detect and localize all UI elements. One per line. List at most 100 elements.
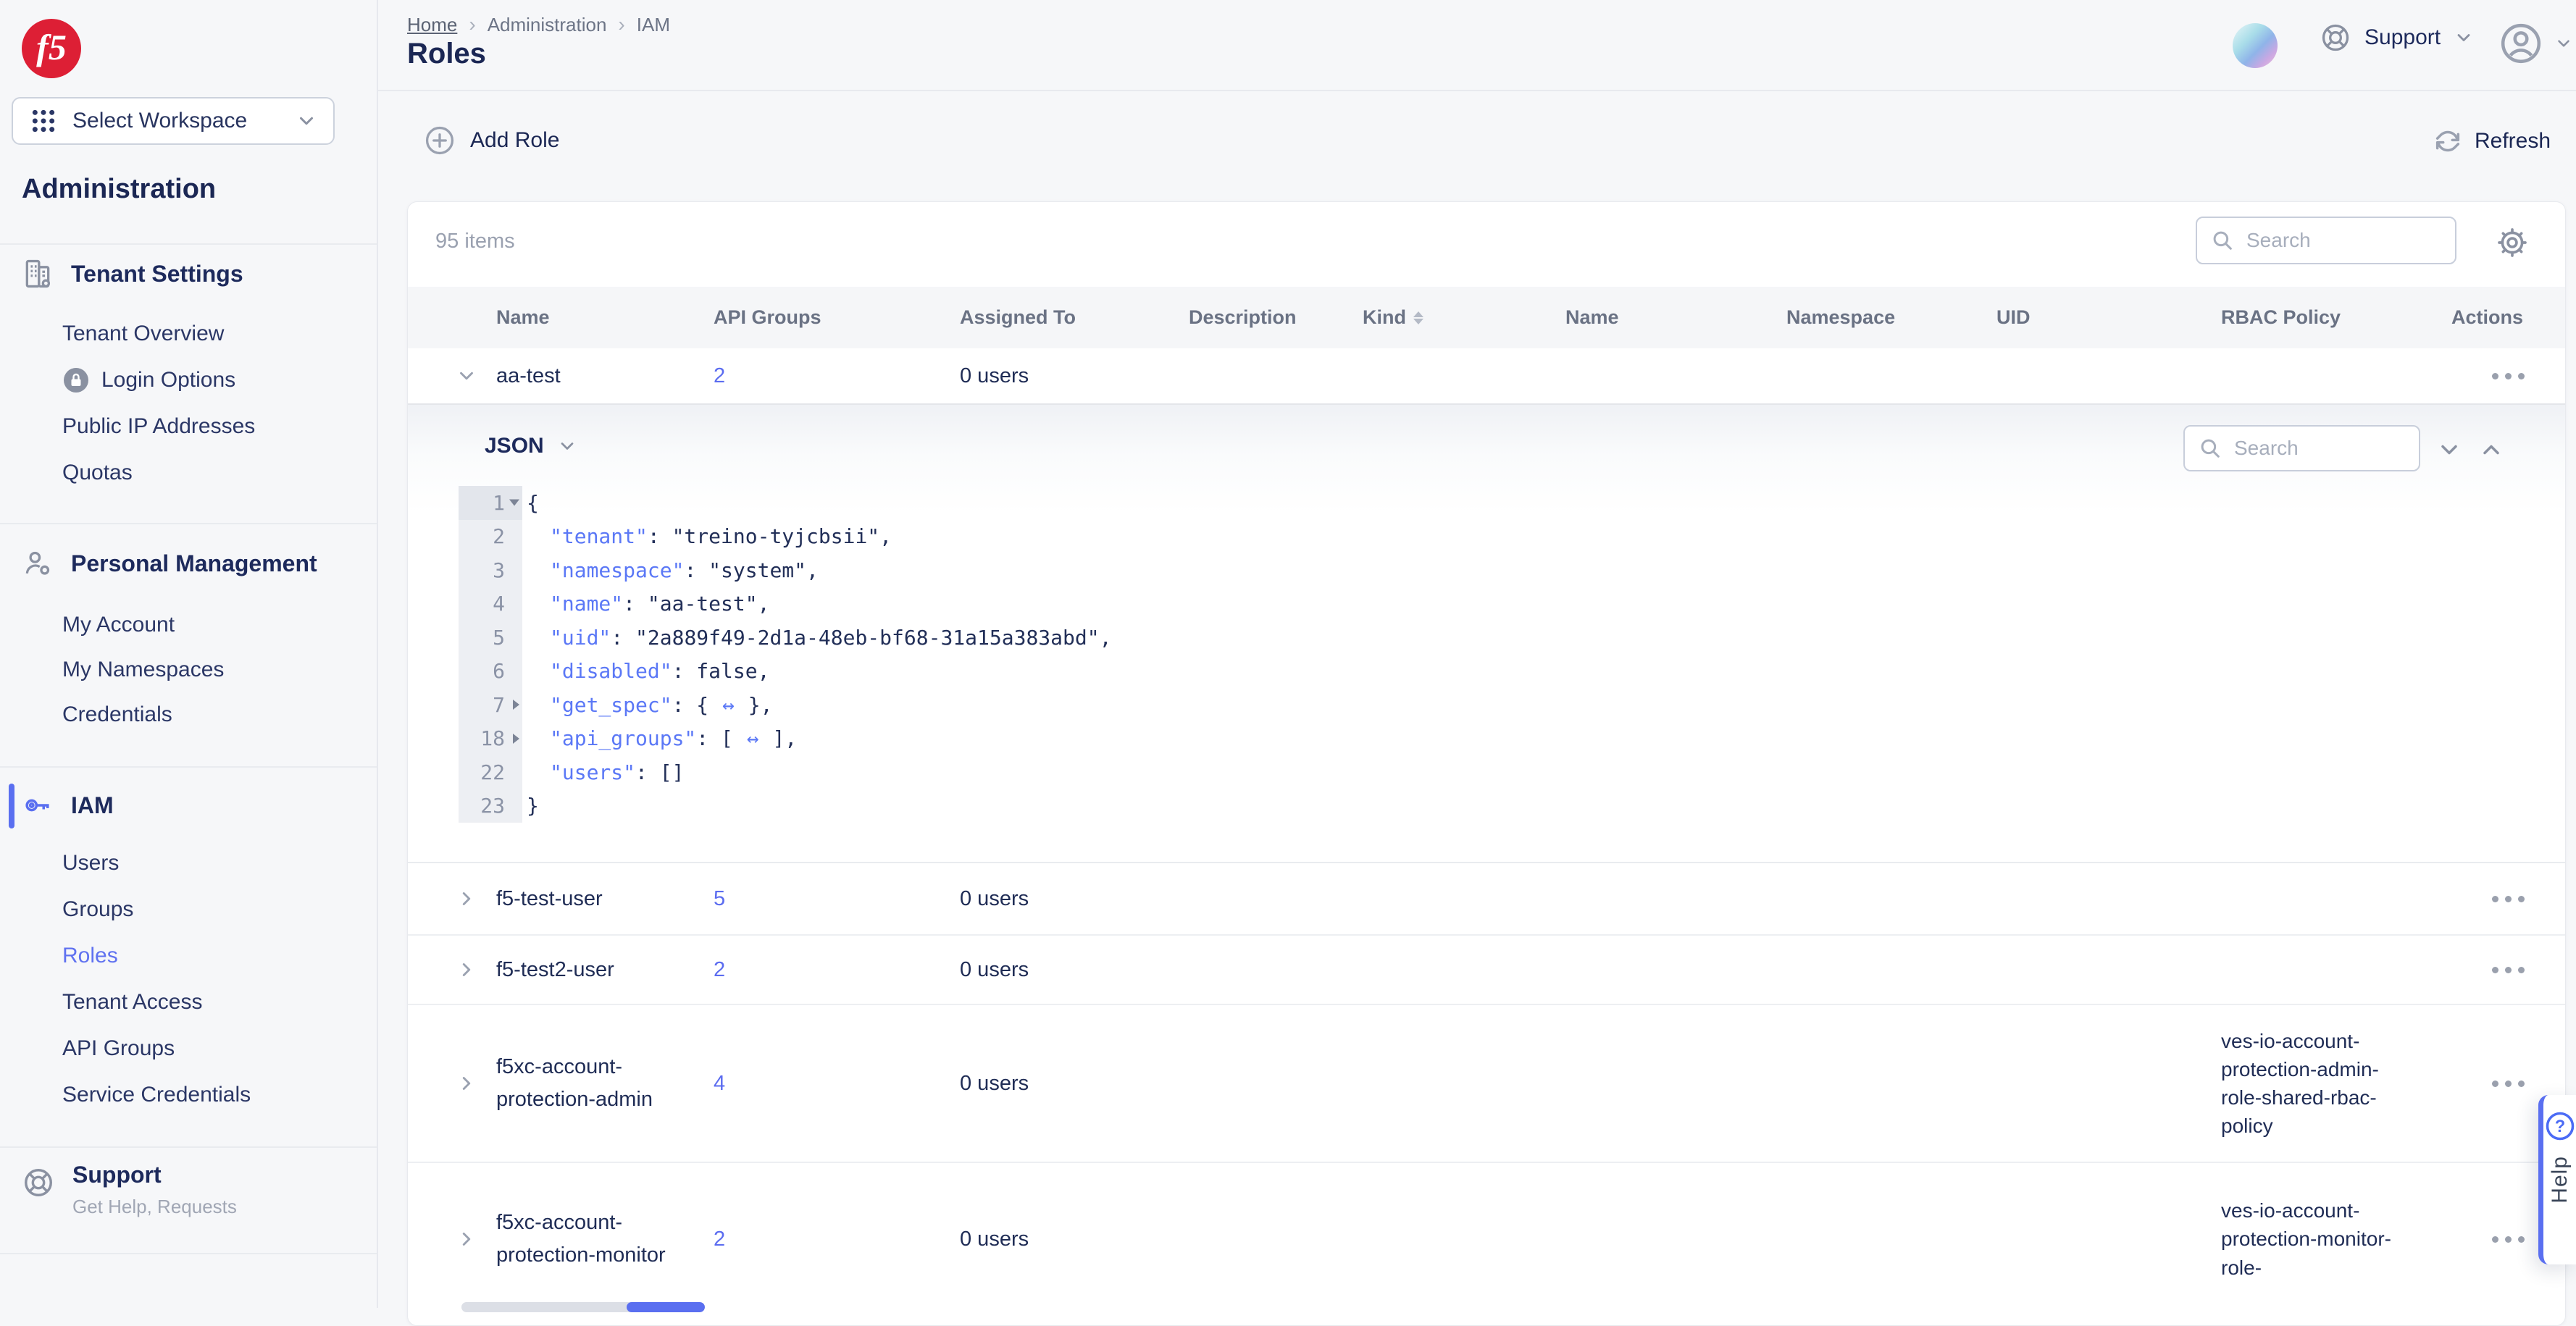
api-groups-count-link[interactable]: 4 (714, 1072, 960, 1096)
table-row-f5-test-user[interactable]: f5-test-user 5 0 users (408, 863, 2565, 936)
horizontal-scrollbar[interactable] (461, 1302, 705, 1312)
column-header-name[interactable]: Name (496, 306, 714, 329)
api-groups-count-link[interactable]: 2 (714, 1228, 960, 1251)
breadcrumb-administration[interactable]: Administration (488, 14, 607, 36)
table-row-f5xc-account-protection-admin[interactable]: f5xc-account-protection-admin 4 0 users … (408, 1005, 2565, 1163)
api-groups-count-link[interactable]: 2 (714, 958, 960, 982)
assistant-orb-icon[interactable] (2233, 23, 2278, 68)
row-actions-button[interactable] (2485, 889, 2532, 910)
json-search[interactable] (2183, 425, 2420, 471)
column-header-name-2[interactable]: Name (1565, 306, 1786, 329)
sidebar-item-public-ip-addresses[interactable]: Public IP Addresses (62, 413, 255, 440)
sidebar-item-my-namespaces[interactable]: My Namespaces (62, 656, 224, 684)
sidebar-item-groups[interactable]: Groups (62, 896, 133, 923)
workspace-selector[interactable]: Select Workspace (12, 97, 335, 145)
expand-caret-icon[interactable] (513, 700, 519, 710)
expand-caret-icon[interactable] (513, 734, 519, 744)
column-header-kind-label: Kind (1363, 306, 1406, 329)
workspace-selector-label: Select Workspace (72, 109, 281, 133)
table-search-input[interactable] (2245, 228, 2442, 253)
json-code-viewer[interactable]: 1 { 2 "tenant": "treino-tyjcbsii", 3 "na… (459, 486, 1111, 823)
sidebar-item-roles[interactable]: Roles (62, 942, 118, 970)
add-role-button[interactable]: Add Role (424, 125, 559, 156)
table-search[interactable] (2196, 217, 2456, 264)
sort-icon[interactable] (1413, 311, 1423, 324)
sidebar-item-tenant-overview[interactable]: Tenant Overview (62, 320, 224, 348)
code-token: }, (736, 693, 773, 717)
support-menu[interactable]: Support (2320, 22, 2474, 54)
account-menu[interactable] (2498, 20, 2573, 67)
sidebar-item-api-groups[interactable]: API Groups (62, 1035, 175, 1062)
code-token: [] (660, 760, 685, 784)
column-header-uid[interactable]: UID (1996, 306, 2221, 329)
code-token: { (696, 693, 721, 717)
column-header-kind[interactable]: Kind (1363, 306, 1565, 329)
sidebar-section-iam[interactable]: IAM (22, 789, 114, 821)
roles-table-card: 95 items Name API Groups Assigned To Des… (407, 201, 2566, 1326)
assigned-to-value: 0 users (960, 958, 1189, 982)
json-search-input[interactable] (2233, 436, 2406, 461)
table-row-f5xc-account-protection-monitor[interactable]: f5xc-account-protection-monitor 2 0 user… (408, 1163, 2565, 1315)
table-row-aa-test[interactable]: aa-test 2 0 users (408, 348, 2565, 405)
code-token: : (672, 693, 697, 717)
breadcrumb-iam[interactable]: IAM (637, 14, 670, 36)
row-actions-button[interactable] (2485, 1229, 2532, 1250)
chevron-down-icon[interactable] (456, 365, 477, 387)
row-actions-button[interactable] (2485, 960, 2532, 981)
code-text: "name": "aa-test", (522, 592, 769, 616)
folded-content-icon[interactable]: ↔ (721, 693, 736, 717)
breadcrumb-home-link[interactable]: Home (407, 14, 457, 36)
column-header-actions[interactable]: Actions (2451, 306, 2565, 329)
refresh-button[interactable]: Refresh (2433, 126, 2551, 156)
table-row-f5-test2-user[interactable]: f5-test2-user 2 0 users (408, 936, 2565, 1005)
column-header-assigned-to[interactable]: Assigned To (960, 306, 1189, 329)
sidebar-section-tenant-settings[interactable]: Tenant Settings (22, 258, 243, 290)
row-actions-button[interactable] (2485, 1073, 2532, 1094)
next-match-chevron-down-icon[interactable] (2436, 437, 2462, 463)
sidebar-item-my-account[interactable]: My Account (62, 611, 175, 639)
chevron-right-icon[interactable] (456, 959, 477, 981)
line-number: 23 (480, 794, 505, 818)
sidebar-section-support[interactable]: Support Get Help, Requests (22, 1162, 237, 1218)
column-header-namespace[interactable]: Namespace (1786, 306, 1996, 329)
code-line: 18 "api_groups": [ ↔ ], (459, 722, 1111, 756)
prev-match-chevron-up-icon[interactable] (2478, 437, 2504, 463)
chevron-right-icon[interactable] (456, 1228, 477, 1250)
code-text: "api_groups": [ ↔ ], (522, 726, 797, 750)
column-header-api-groups[interactable]: API Groups (714, 306, 960, 329)
sidebar-item-label: Quotas (62, 461, 133, 485)
column-header-description[interactable]: Description (1189, 306, 1363, 329)
sidebar-section-personal-management[interactable]: Personal Management (22, 547, 317, 579)
chevron-right-icon[interactable] (456, 888, 477, 910)
column-header-rbac-policy[interactable]: RBAC Policy (2221, 306, 2451, 329)
sidebar-item-tenant-access[interactable]: Tenant Access (62, 989, 202, 1016)
role-name: aa-test (496, 360, 692, 393)
code-line: 6 "disabled": false, (459, 655, 1111, 689)
line-gutter: 3 (459, 553, 522, 587)
line-gutter: 6 (459, 655, 522, 689)
sidebar-section-label: Tenant Settings (71, 261, 243, 288)
sidebar-item-quotas[interactable]: Quotas (62, 459, 133, 487)
row-actions-button[interactable] (2485, 366, 2532, 387)
code-token: "2a889f49-2d1a-48eb-bf68-31a15a383abd", (635, 626, 1111, 650)
folded-content-icon[interactable]: ↔ (745, 726, 761, 750)
sidebar-item-service-credentials[interactable]: Service Credentials (62, 1081, 251, 1109)
collapse-caret-icon[interactable] (509, 500, 519, 506)
chevron-down-icon (2454, 28, 2474, 48)
api-groups-count-link[interactable]: 5 (714, 887, 960, 911)
line-number: 18 (480, 726, 505, 750)
code-token: } (527, 794, 539, 818)
format-selector[interactable]: JSON (485, 434, 577, 458)
f5-logo[interactable]: f5 (22, 19, 81, 78)
help-tab[interactable]: ? Help (2538, 1095, 2576, 1264)
table-settings-gear-icon[interactable] (2496, 226, 2529, 259)
chevron-right-icon[interactable] (456, 1073, 477, 1094)
sidebar-item-login-options[interactable]: Login Options (62, 366, 235, 394)
chevron-down-icon (2554, 34, 2573, 53)
api-groups-count-link[interactable]: 2 (714, 364, 960, 388)
sidebar-item-credentials[interactable]: Credentials (62, 701, 172, 729)
line-number: 1 (493, 491, 505, 515)
sidebar-item-users[interactable]: Users (62, 849, 119, 877)
assigned-to-value: 0 users (960, 1072, 1189, 1096)
scrollbar-thumb[interactable] (627, 1302, 705, 1312)
